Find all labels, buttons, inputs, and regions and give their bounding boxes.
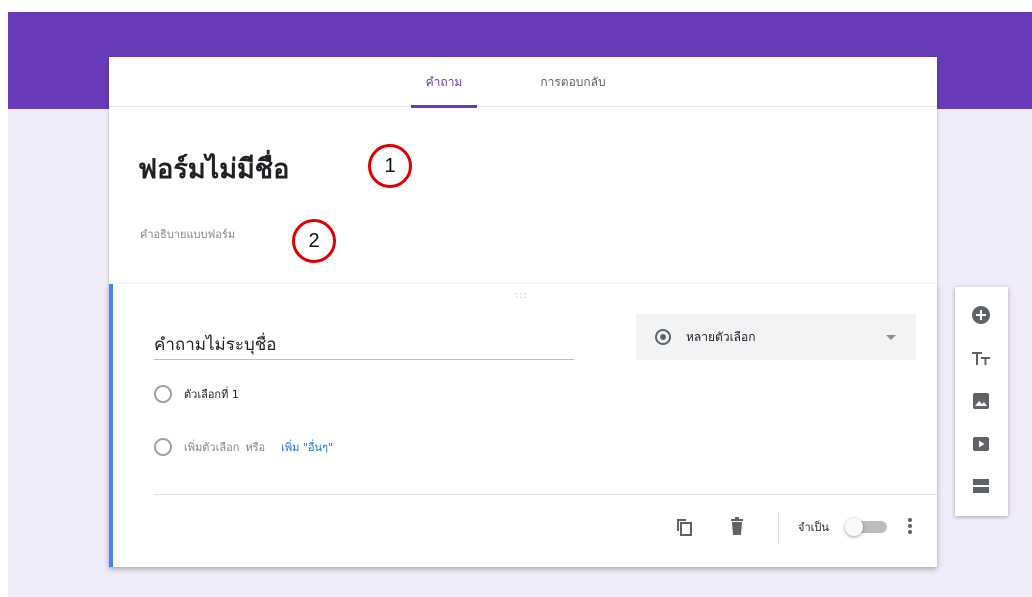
- add-other-link[interactable]: เพิ่ม "อื่นๆ": [281, 438, 333, 456]
- tab-responses[interactable]: การตอบกลับ: [529, 57, 617, 107]
- side-toolbar: [955, 287, 1008, 516]
- annotation-badge-2: 2: [292, 219, 336, 263]
- tab-questions[interactable]: คำถาม: [411, 57, 477, 108]
- more-vert-icon: [908, 518, 912, 522]
- image-icon: [973, 393, 989, 409]
- add-option-row: เพิ่มตัวเลือก หรือ เพิ่ม "อื่นๆ": [154, 437, 333, 457]
- delete-button[interactable]: [727, 516, 747, 536]
- question-type-label: หลายตัวเลือก: [686, 330, 756, 344]
- option-label[interactable]: ตัวเลือกที่ 1: [184, 385, 239, 403]
- or-text: หรือ: [245, 441, 266, 454]
- question-card[interactable]: ::: คำถามไม่ระบุชื่อ หลายตัวเลือก ตัวเลื…: [109, 284, 941, 567]
- form-title-input[interactable]: ฟอร์มไม่มีชื่อ: [138, 147, 289, 190]
- app-background: คำถาม การตอบกลับ ฟอร์มไม่มีชื่อ คำอธิบาย…: [8, 12, 1032, 597]
- option-row[interactable]: ตัวเลือกที่ 1: [154, 384, 239, 404]
- question-type-dropdown[interactable]: หลายตัวเลือก: [636, 314, 916, 360]
- add-option-input[interactable]: เพิ่มตัวเลือก: [184, 438, 239, 456]
- form-description-input[interactable]: คำอธิบายแบบฟอร์ม: [140, 225, 235, 243]
- form-header-card: คำถาม การตอบกลับ ฟอร์มไม่มีชื่อ คำอธิบาย…: [109, 57, 937, 285]
- required-label: จำเป็น: [798, 521, 829, 534]
- footer-separator: [778, 512, 779, 544]
- toggle-thumb: [845, 518, 863, 536]
- drag-handle-icon[interactable]: :::: [515, 290, 528, 301]
- more-vert-icon: [908, 524, 912, 528]
- more-vert-icon: [908, 530, 912, 534]
- section-icon: [973, 479, 989, 493]
- chevron-down-icon: [886, 335, 896, 340]
- radio-selected-icon: [655, 329, 671, 345]
- radio-icon: [154, 385, 172, 403]
- divider: [154, 494, 941, 495]
- question-title-input[interactable]: คำถามไม่ระบุชื่อ: [154, 330, 574, 360]
- active-tab-indicator: [411, 105, 477, 108]
- trash-icon: [731, 517, 743, 535]
- copy-icon: [677, 519, 692, 536]
- duplicate-button[interactable]: [674, 516, 694, 536]
- add-circle-icon: [972, 306, 990, 324]
- tab-responses-label: การตอบกลับ: [540, 75, 606, 89]
- more-options-button[interactable]: [903, 516, 917, 536]
- add-section-button[interactable]: [971, 476, 991, 496]
- required-toggle[interactable]: [843, 518, 889, 536]
- tab-bar: คำถาม การตอบกลับ: [109, 57, 937, 108]
- text-fields-icon: [972, 352, 990, 365]
- add-image-button[interactable]: [971, 391, 991, 411]
- add-title-button[interactable]: [971, 348, 991, 368]
- video-icon: [973, 437, 989, 451]
- annotation-badge-1: 1: [368, 144, 412, 188]
- add-question-button[interactable]: [971, 305, 991, 325]
- radio-icon: [154, 438, 172, 456]
- add-video-button[interactable]: [971, 434, 991, 454]
- tab-questions-label: คำถาม: [425, 75, 463, 89]
